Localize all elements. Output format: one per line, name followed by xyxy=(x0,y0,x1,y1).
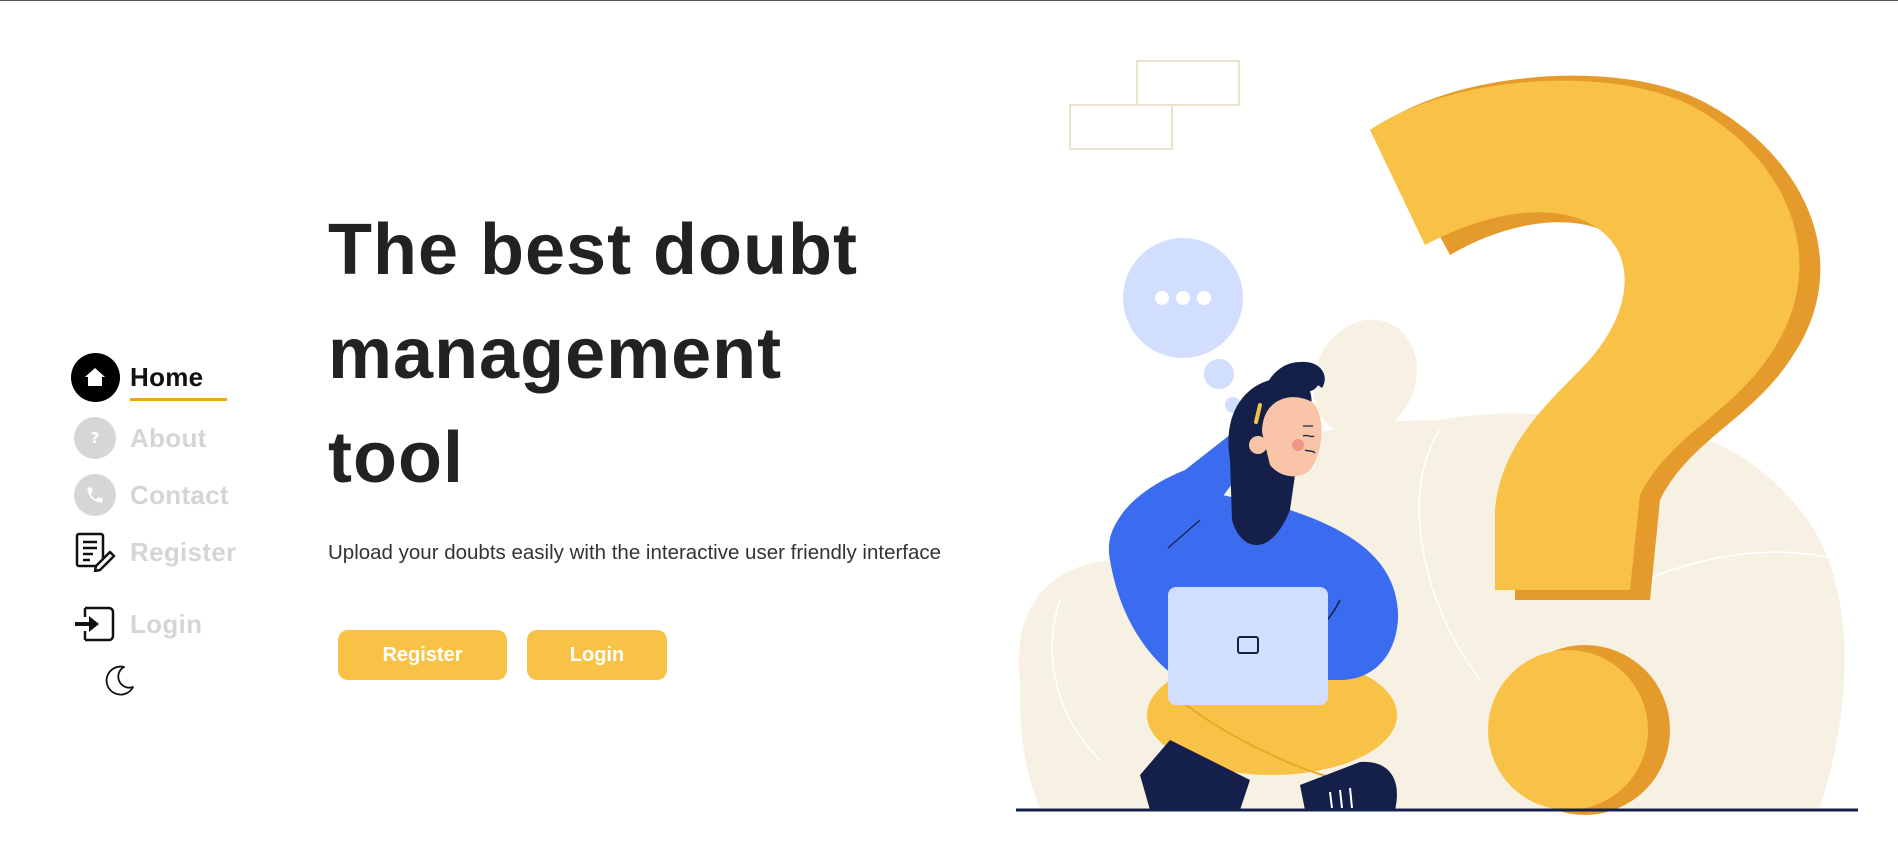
sidebar-item-label: Login xyxy=(130,608,203,639)
register-form-icon xyxy=(70,527,120,577)
sidebar-item-label: Contact xyxy=(130,479,229,510)
moon-icon xyxy=(105,665,134,696)
sidebar-item-register[interactable]: Register xyxy=(70,527,236,577)
question-icon: ? xyxy=(70,413,120,463)
theme-toggle-button[interactable] xyxy=(100,660,140,700)
sidebar-item-label: About xyxy=(130,422,207,453)
page-title: The best doubt management tool xyxy=(328,198,968,510)
title-line-2: management xyxy=(328,314,783,394)
home-icon xyxy=(70,352,120,402)
sidebar-item-label: Home xyxy=(130,361,228,401)
phone-icon xyxy=(70,470,120,520)
sidebar-item-about[interactable]: ? About xyxy=(70,413,207,463)
hero-illustration xyxy=(1016,60,1858,815)
svg-text:?: ? xyxy=(91,429,100,447)
login-button[interactable]: Login xyxy=(527,630,667,680)
register-button[interactable]: Register xyxy=(338,630,507,680)
top-border xyxy=(0,0,1898,1)
hero-subtitle: Upload your doubts easily with the inter… xyxy=(328,541,942,564)
sidebar-item-home[interactable]: Home xyxy=(70,352,228,402)
title-line-3: tool xyxy=(328,418,464,498)
hero-section: The best doubt management tool xyxy=(328,198,968,510)
sidebar-item-login[interactable]: Login xyxy=(70,599,202,649)
login-icon xyxy=(70,599,120,649)
title-line-1: The best doubt xyxy=(328,210,858,290)
sidebar-item-label: Register xyxy=(130,536,237,567)
sidebar-item-contact[interactable]: Contact xyxy=(70,470,229,520)
